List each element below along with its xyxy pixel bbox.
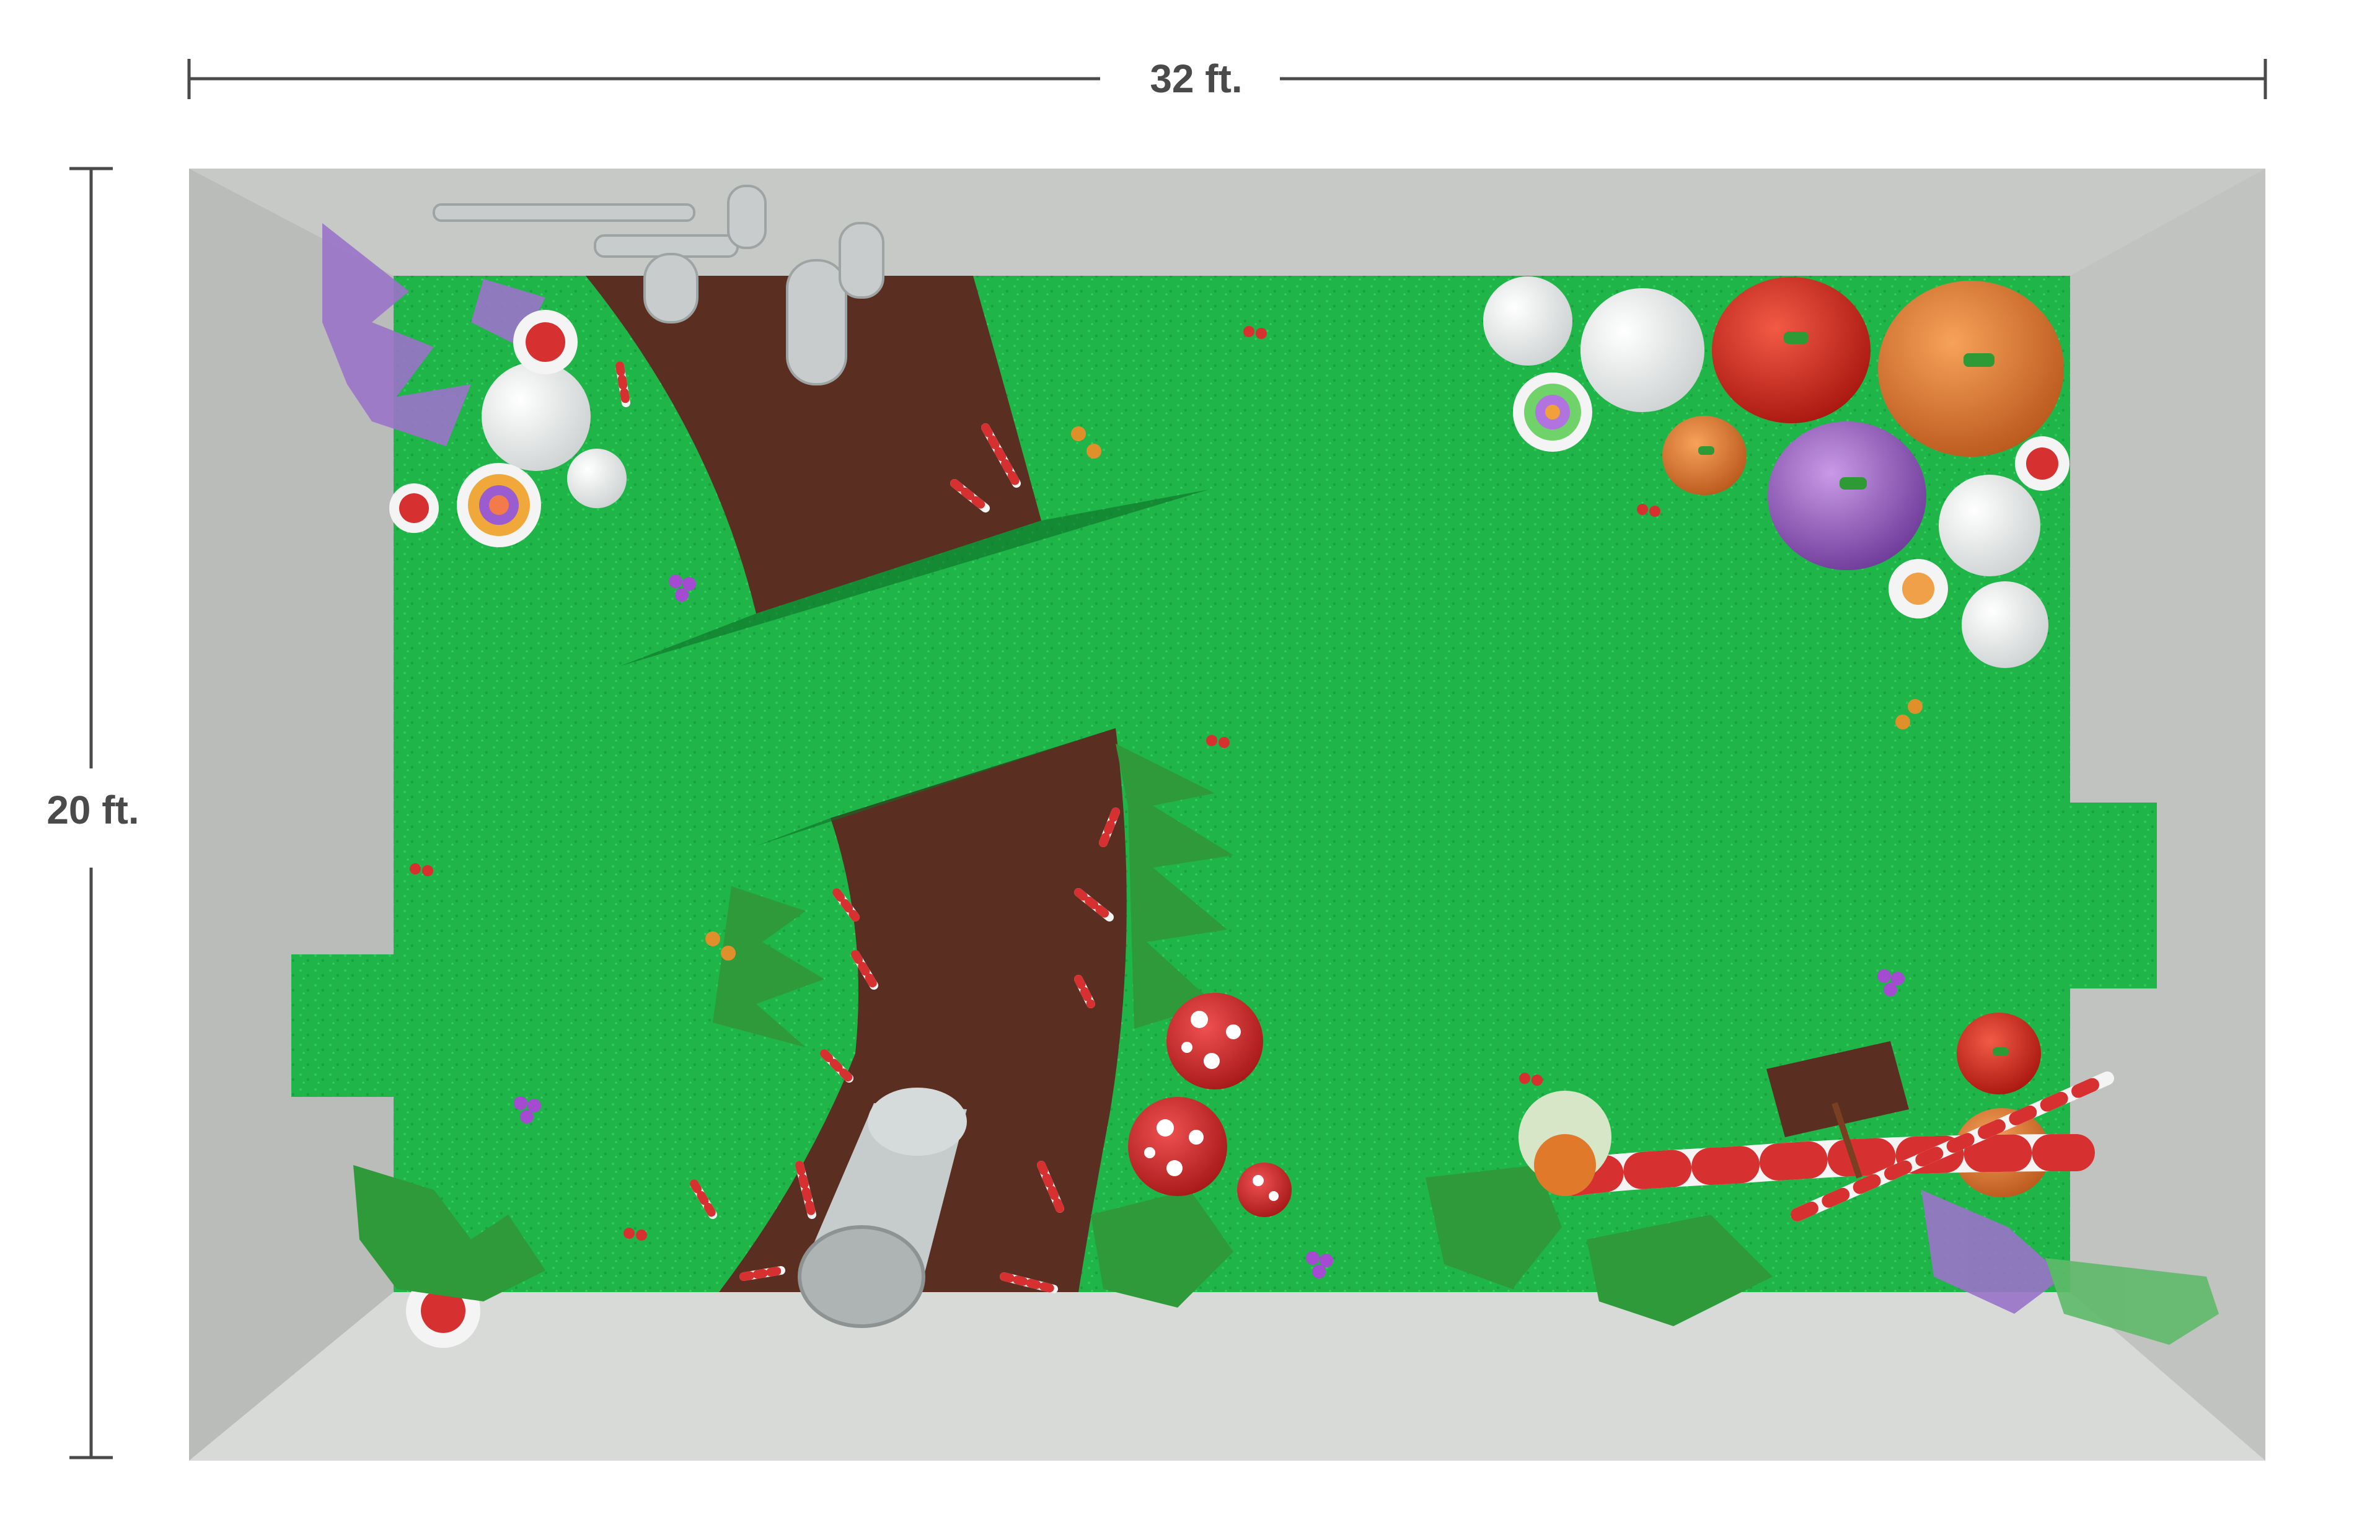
slide-opening: [1534, 1134, 1596, 1196]
floor-plan: [69, 59, 2267, 1461]
height-dimension-label: 20 ft.: [46, 788, 139, 832]
width-dimension-label: 32 ft.: [1150, 56, 1243, 101]
